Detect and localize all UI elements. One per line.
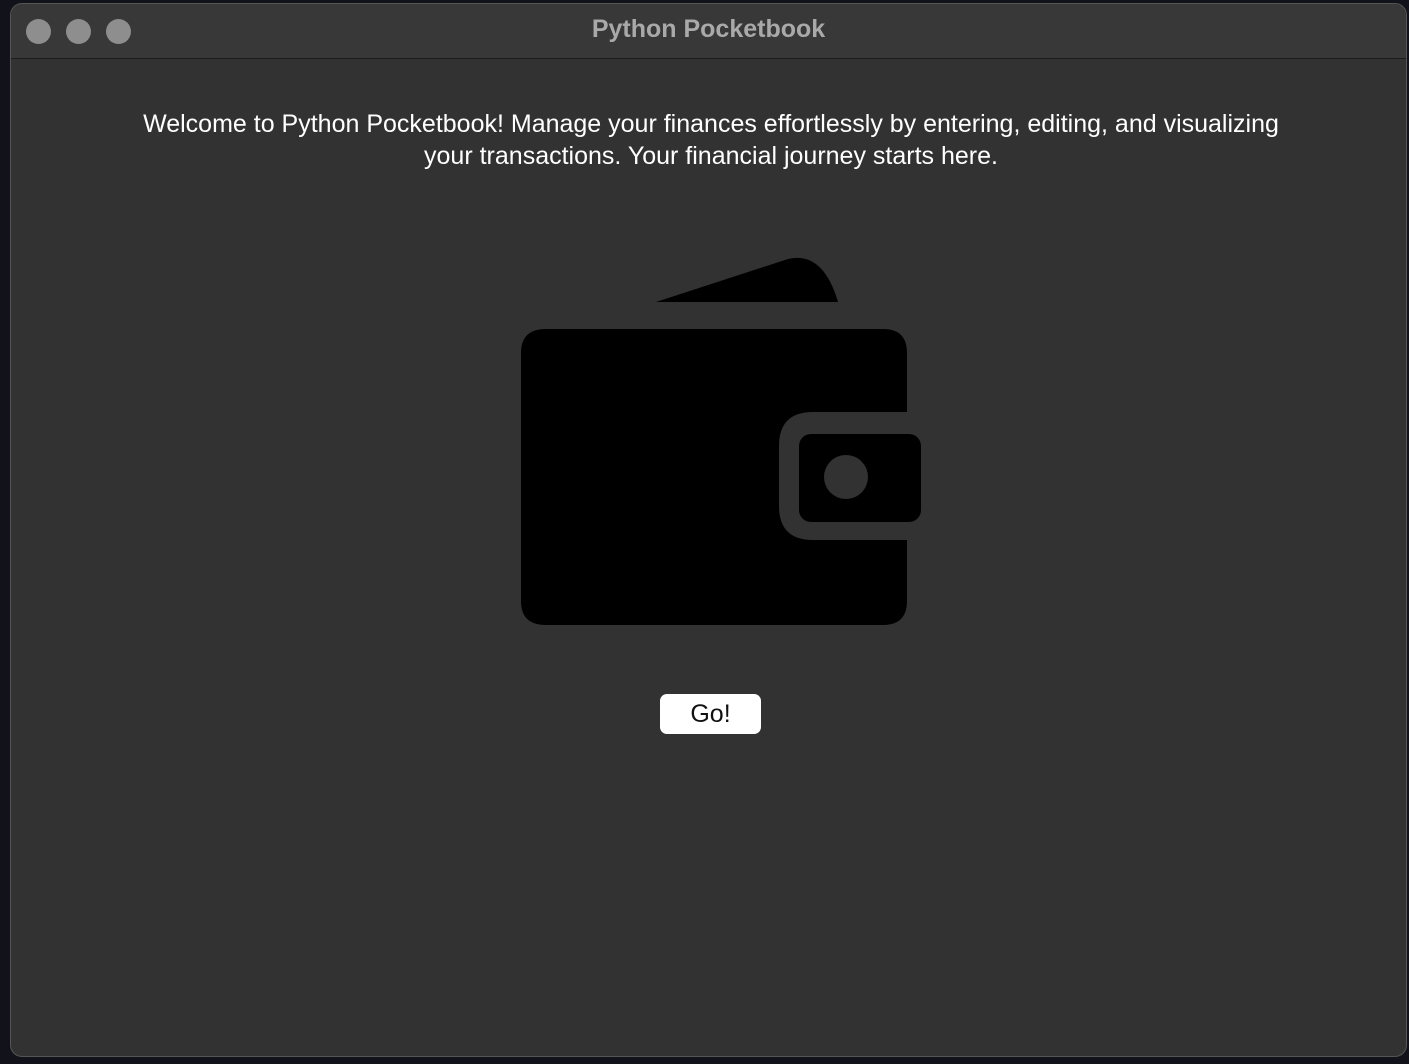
wallet-icon bbox=[521, 257, 921, 625]
window-title: Python Pocketbook bbox=[591, 15, 826, 43]
go-button[interactable]: Go! bbox=[660, 694, 761, 734]
welcome-message: Welcome to Python Pocketbook! Manage you… bbox=[143, 110, 1279, 170]
desktop: Python Pocketbook Welcome to Python Pock… bbox=[0, 0, 1409, 1064]
app-window: Python Pocketbook Welcome to Python Pock… bbox=[10, 3, 1407, 1057]
title-bar[interactable]: Python Pocketbook bbox=[11, 4, 1406, 59]
